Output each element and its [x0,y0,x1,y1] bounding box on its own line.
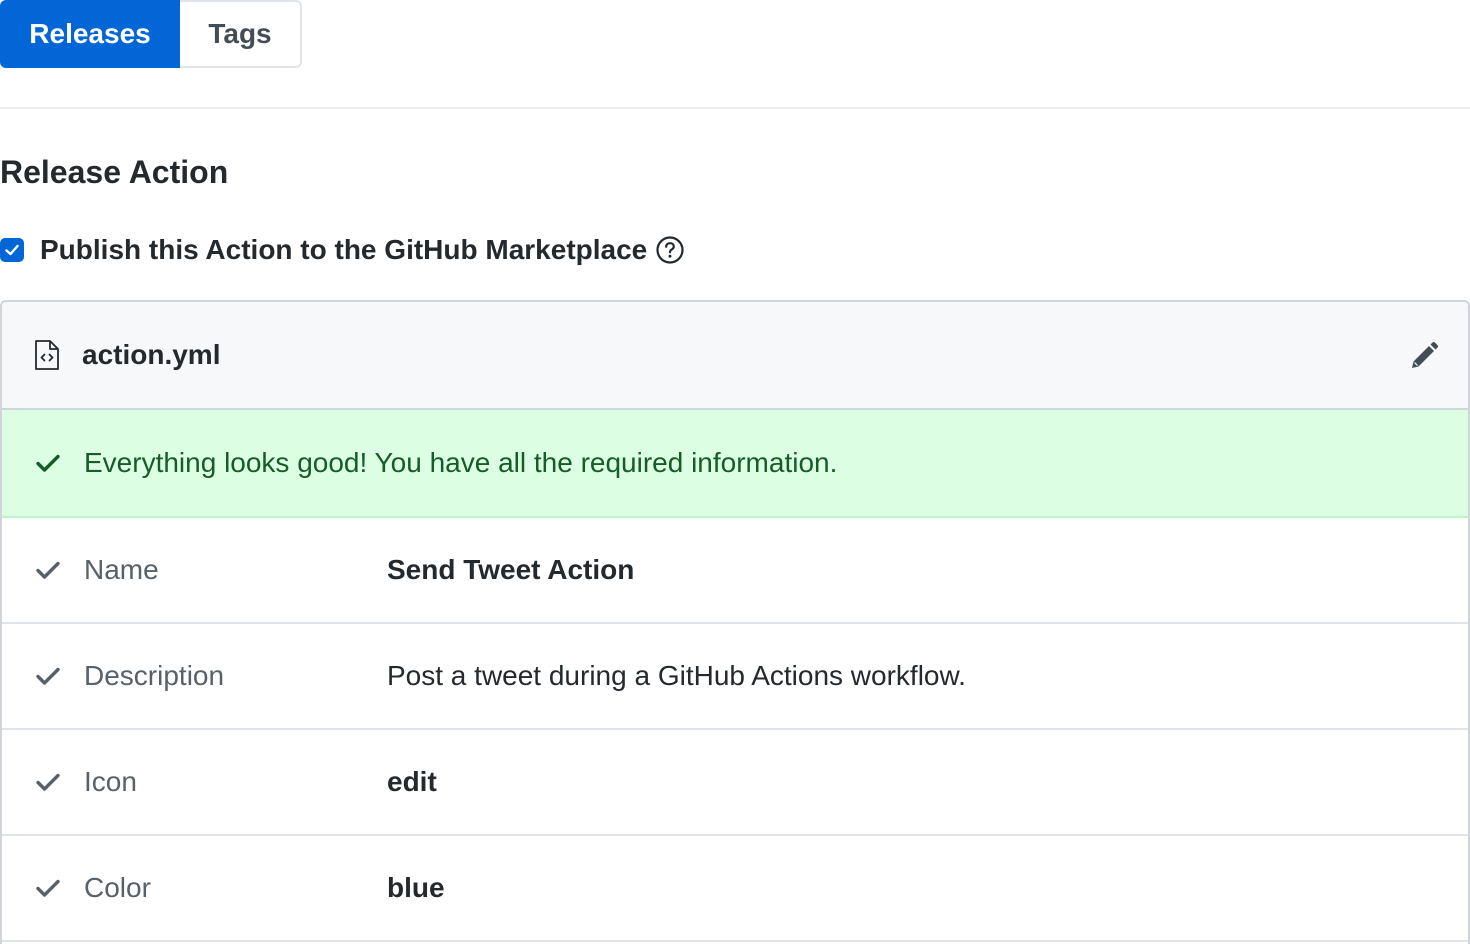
field-label: Description [84,660,225,691]
release-tabs: Releases Tags [0,0,302,68]
check-icon [34,768,62,796]
field-label: Icon [84,766,137,797]
pencil-icon[interactable] [1408,340,1440,372]
field-row-color: Color blue [2,836,1468,942]
publish-label[interactable]: Publish this Action to the GitHub Market… [40,234,647,266]
check-icon [34,874,62,902]
divider [0,107,1470,109]
field-row-name: Name Send Tweet Action [2,518,1468,624]
action-file-box: action.yml Everything looks good! You ha… [0,300,1470,944]
tab-tags[interactable]: Tags [180,0,302,68]
publish-row: Publish this Action to the GitHub Market… [0,232,685,268]
section-title: Release Action [0,154,229,190]
check-icon [34,556,62,584]
check-icon [34,662,62,690]
field-value: blue [387,872,445,903]
publish-checkbox[interactable] [0,238,24,262]
field-value: Send Tweet Action [387,554,635,585]
success-message: Everything looks good! You have all the … [84,447,838,478]
check-icon [34,449,62,477]
page: Releases Tags Release Action Publish thi… [0,0,1470,944]
question-icon[interactable] [655,235,685,265]
field-row-description: Description Post a tweet during a GitHub… [2,624,1468,730]
file-header: action.yml [2,302,1468,410]
field-row-icon: Icon edit [2,730,1468,836]
tab-releases[interactable]: Releases [0,0,180,68]
success-flash: Everything looks good! You have all the … [2,410,1468,518]
field-label: Color [84,872,151,903]
checkmark-icon [5,244,19,256]
field-label: Name [84,554,159,585]
file-name: action.yml [82,339,221,370]
field-value: Post a tweet during a GitHub Actions wor… [387,660,966,691]
file-code-icon [34,339,60,371]
field-value: edit [387,766,437,797]
